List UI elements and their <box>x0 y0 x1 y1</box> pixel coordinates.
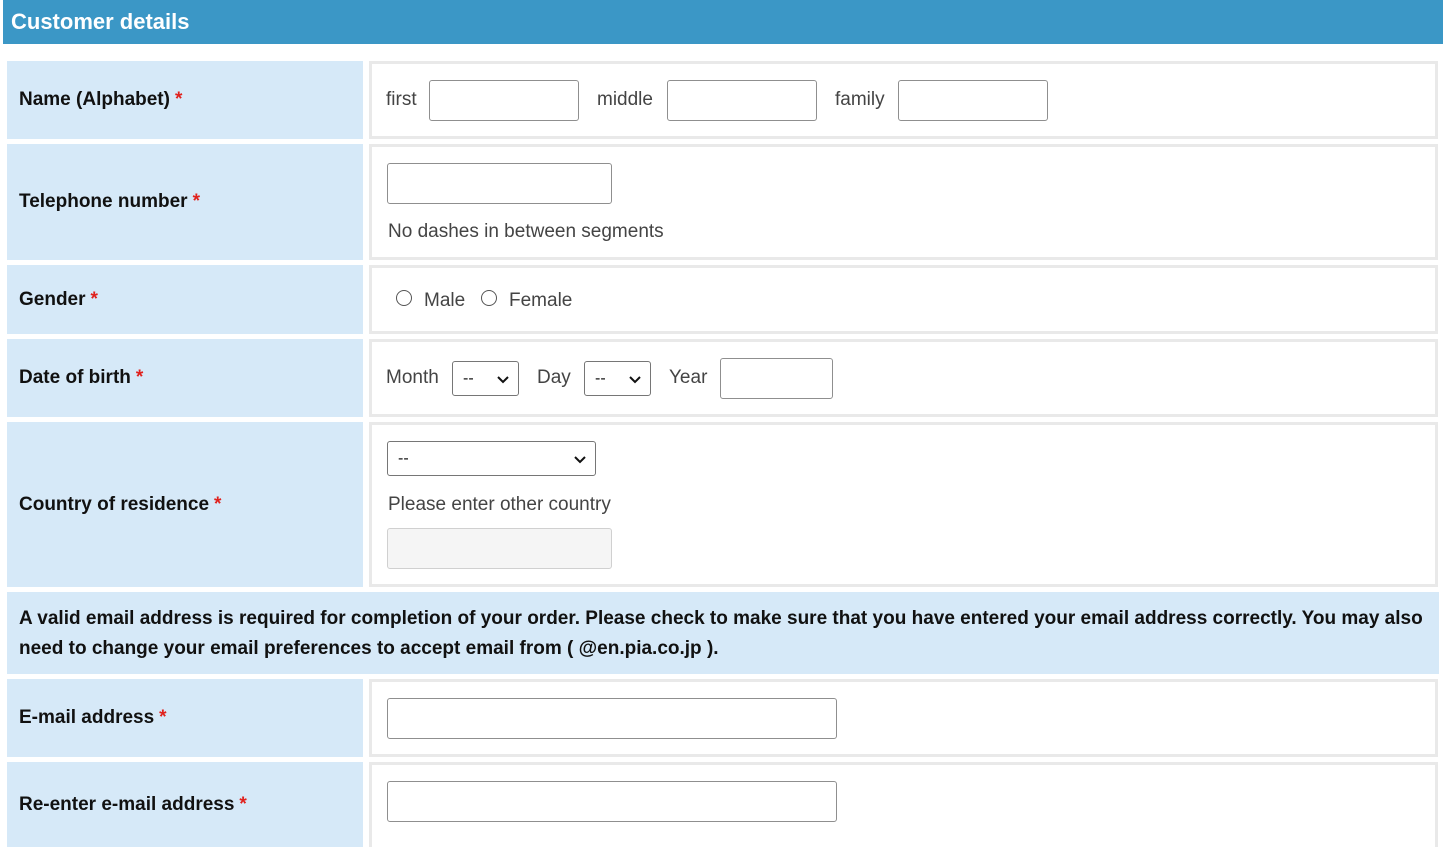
day-label: Day <box>537 367 571 388</box>
email-label: E-mail address <box>19 707 155 728</box>
first-name-input[interactable] <box>429 80 579 121</box>
middle-name-label: middle <box>597 89 653 110</box>
male-label[interactable]: Male <box>424 290 465 312</box>
phone-input[interactable] <box>387 163 612 204</box>
male-radio[interactable] <box>396 290 412 306</box>
reemail-label: Re-enter e-mail address <box>19 793 235 815</box>
country-label-cell: Country of residence * <box>7 422 363 587</box>
dob-label: Date of birth <box>19 367 131 388</box>
chevron-down-icon <box>629 375 641 383</box>
phone-label-cell: Telephone number * <box>7 144 363 260</box>
reemail-label-cell: Re-enter e-mail address * <box>7 762 363 847</box>
chevron-down-icon <box>497 375 509 383</box>
first-name-label: first <box>386 89 417 110</box>
name-label-cell: Name (Alphabet) * <box>7 61 363 139</box>
year-label: Year <box>669 367 708 388</box>
middle-name-input[interactable] <box>667 80 817 121</box>
dob-value-cell <box>369 339 1438 417</box>
day-select[interactable]: -- <box>584 361 651 396</box>
year-input[interactable] <box>720 358 833 399</box>
phone-hint: No dashes in between segments <box>388 221 664 242</box>
month-select-value: -- <box>463 369 474 387</box>
phone-label: Telephone number <box>19 191 188 212</box>
name-label: Name (Alphabet) <box>19 89 170 110</box>
gender-label: Gender <box>19 288 86 310</box>
female-radio[interactable] <box>481 290 497 306</box>
family-name-input[interactable] <box>898 80 1048 121</box>
required-marker: * <box>192 191 200 212</box>
reemail-input[interactable] <box>387 781 837 822</box>
required-marker: * <box>135 367 144 388</box>
email-input[interactable] <box>387 698 837 739</box>
country-label: Country of residence <box>19 493 210 515</box>
female-label[interactable]: Female <box>509 290 572 312</box>
required-marker: * <box>90 288 98 310</box>
country-select-value: -- <box>398 449 409 467</box>
month-label: Month <box>386 367 439 388</box>
dob-label-cell: Date of birth * <box>7 339 363 417</box>
other-country-input[interactable] <box>387 528 612 569</box>
country-select[interactable]: -- <box>387 441 596 476</box>
other-country-hint: Please enter other country <box>388 494 611 515</box>
email-label-cell: E-mail address * <box>7 679 363 757</box>
gender-label-cell: Gender * <box>7 265 363 334</box>
required-marker: * <box>174 89 183 110</box>
email-notice: A valid email address is required for co… <box>7 592 1439 674</box>
section-header: Customer details <box>3 0 1443 44</box>
required-marker: * <box>239 793 247 815</box>
required-marker: * <box>214 493 222 515</box>
chevron-down-icon <box>574 455 586 463</box>
required-marker: * <box>159 707 167 728</box>
day-select-value: -- <box>595 369 606 387</box>
customer-details-form: Customer details Name (Alphabet) * first… <box>0 0 1443 847</box>
family-name-label: family <box>835 89 885 110</box>
month-select[interactable]: -- <box>452 361 519 396</box>
